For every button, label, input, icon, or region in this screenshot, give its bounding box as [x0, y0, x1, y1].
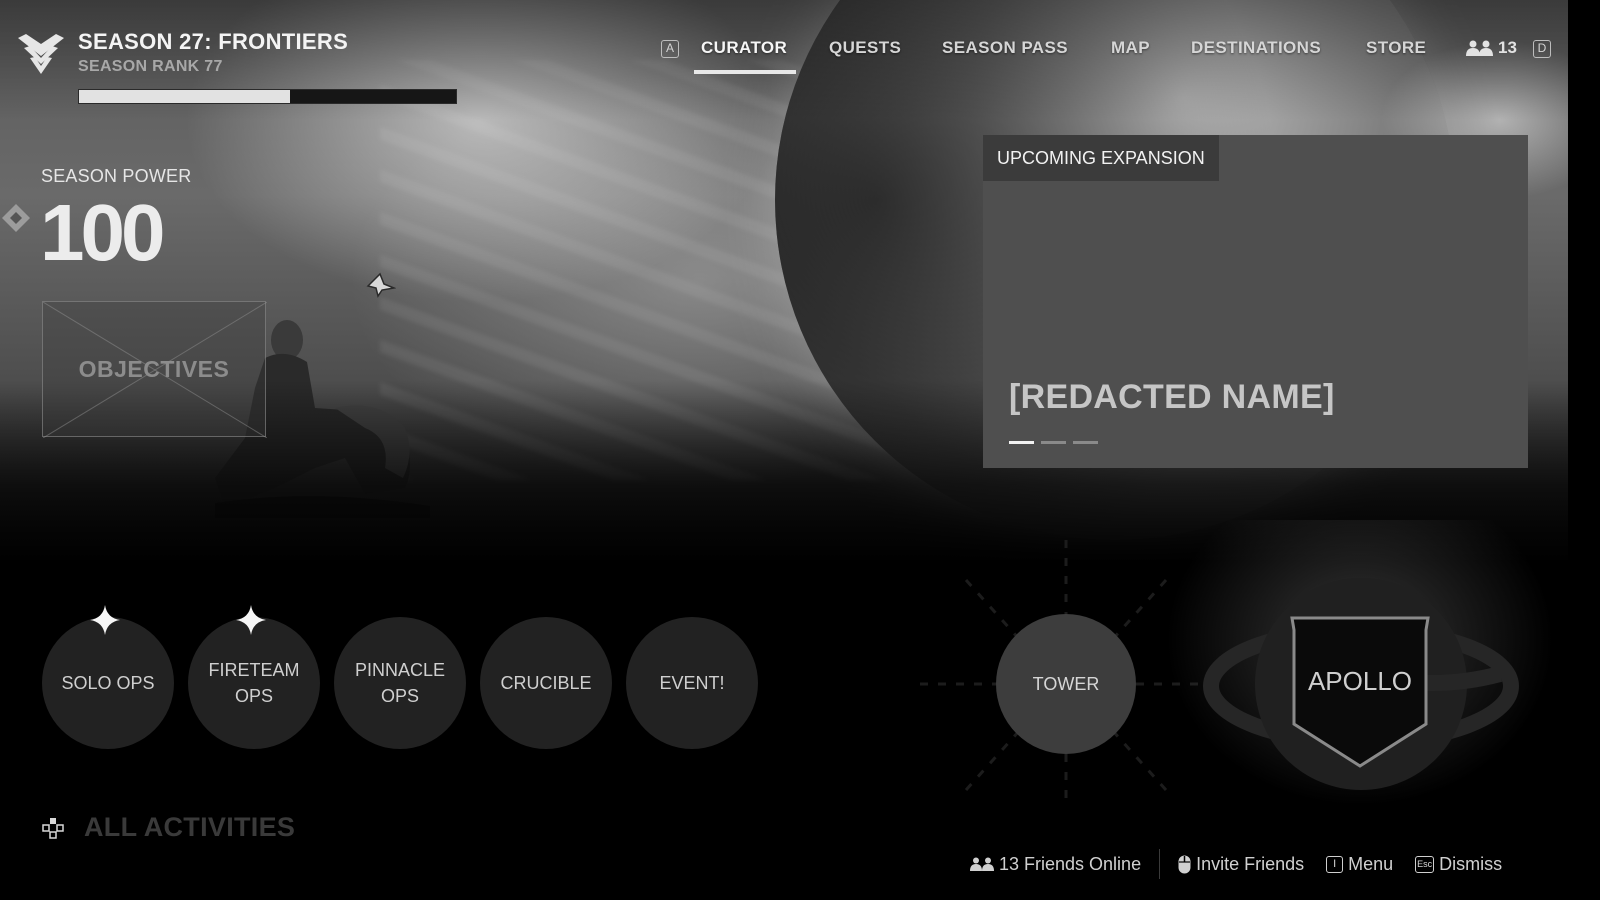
- tab-curator[interactable]: CURATOR: [701, 38, 787, 58]
- dismiss-label: Dismiss: [1439, 853, 1503, 874]
- activity-pinnacle-ops[interactable]: PINNACLE OPS: [334, 617, 466, 749]
- menu-label: Menu: [1348, 853, 1394, 874]
- objectives-button[interactable]: OBJECTIVES: [42, 301, 267, 438]
- people-icon: [970, 857, 994, 871]
- sparkle-icon: [90, 605, 120, 635]
- activity-crucible[interactable]: CRUCIBLE: [480, 617, 612, 749]
- season-power-value: 100: [40, 188, 166, 277]
- active-tab-underline: [694, 70, 796, 74]
- people-icon: [1466, 40, 1493, 56]
- season-emblem-icon: [18, 34, 64, 74]
- all-activities-button[interactable]: ALL ACTIVITIES: [42, 812, 295, 843]
- activity-label: FIRETEAM OPS: [208, 660, 300, 706]
- season-rank: SEASON RANK 77: [78, 58, 223, 75]
- prev-tab-key-hint[interactable]: A: [661, 40, 679, 58]
- activity-fireteam-ops[interactable]: FIRETEAM OPS: [188, 605, 320, 749]
- activity-solo-ops[interactable]: SOLO OPS: [42, 605, 174, 749]
- dpad-icon: [42, 817, 64, 839]
- activity-label: EVENT!: [659, 673, 725, 693]
- tab-season-pass[interactable]: SEASON PASS: [942, 38, 1068, 58]
- friends-online-label: 13 Friends Online: [999, 853, 1142, 874]
- apollo-label: APOLLO: [1307, 666, 1413, 696]
- tower-label: TOWER: [1032, 673, 1100, 694]
- activity-event[interactable]: EVENT!: [626, 617, 758, 749]
- season-rank-progress-fill: [79, 90, 291, 103]
- tab-destinations[interactable]: DESTINATIONS: [1191, 38, 1321, 58]
- mouse-icon: [1178, 855, 1191, 873]
- season-power-label: SEASON POWER: [41, 166, 192, 186]
- sparkle-icon: [236, 605, 266, 635]
- friends-count-button[interactable]: 13: [1466, 38, 1517, 58]
- tab-quests[interactable]: QUESTS: [829, 38, 901, 58]
- objectives-label: OBJECTIVES: [78, 356, 230, 382]
- menu-button[interactable]: I Menu: [1326, 854, 1393, 875]
- ship-icon: [366, 272, 396, 298]
- friends-online-button[interactable]: 13 Friends Online: [970, 854, 1141, 875]
- all-activities-label: ALL ACTIVITIES: [84, 812, 296, 842]
- tab-map[interactable]: MAP: [1111, 38, 1150, 58]
- carousel-dot[interactable]: [1073, 441, 1098, 444]
- director-screen: SEASON 27: FRONTIERS SEASON RANK 77 A CU…: [0, 0, 1568, 882]
- expansion-tag: UPCOMING EXPANSION: [983, 135, 1219, 181]
- expansion-name: [REDACTED NAME]: [1009, 378, 1335, 416]
- carousel-dot[interactable]: [1041, 441, 1066, 444]
- carousel-dots: [1009, 441, 1098, 444]
- activity-label: PINNACLE OPS: [354, 660, 446, 706]
- footer-bar: 13 Friends Online Invite Friends I Menu …: [970, 849, 1502, 879]
- invite-friends-button[interactable]: Invite Friends: [1178, 854, 1304, 875]
- invite-friends-label: Invite Friends: [1196, 853, 1305, 874]
- tab-store[interactable]: STORE: [1366, 38, 1426, 58]
- friends-count-value: 13: [1498, 38, 1517, 57]
- next-tab-key-hint[interactable]: D: [1533, 40, 1551, 58]
- destination-tower[interactable]: TOWER: [996, 614, 1136, 754]
- activity-label: CRUCIBLE: [500, 673, 592, 693]
- footer-divider: [1159, 849, 1161, 879]
- carousel-dot[interactable]: [1009, 441, 1034, 444]
- upcoming-expansion-card[interactable]: UPCOMING EXPANSION [REDACTED NAME]: [983, 135, 1528, 468]
- esc-key-hint: Esc: [1415, 855, 1435, 873]
- activity-label: SOLO OPS: [61, 673, 155, 693]
- dismiss-button[interactable]: Esc Dismiss: [1415, 854, 1502, 875]
- season-title: SEASON 27: FRONTIERS: [78, 29, 349, 54]
- power-diamond-icon: [2, 204, 30, 232]
- menu-key-hint: I: [1326, 855, 1344, 873]
- season-rank-progress-bar: [78, 89, 457, 104]
